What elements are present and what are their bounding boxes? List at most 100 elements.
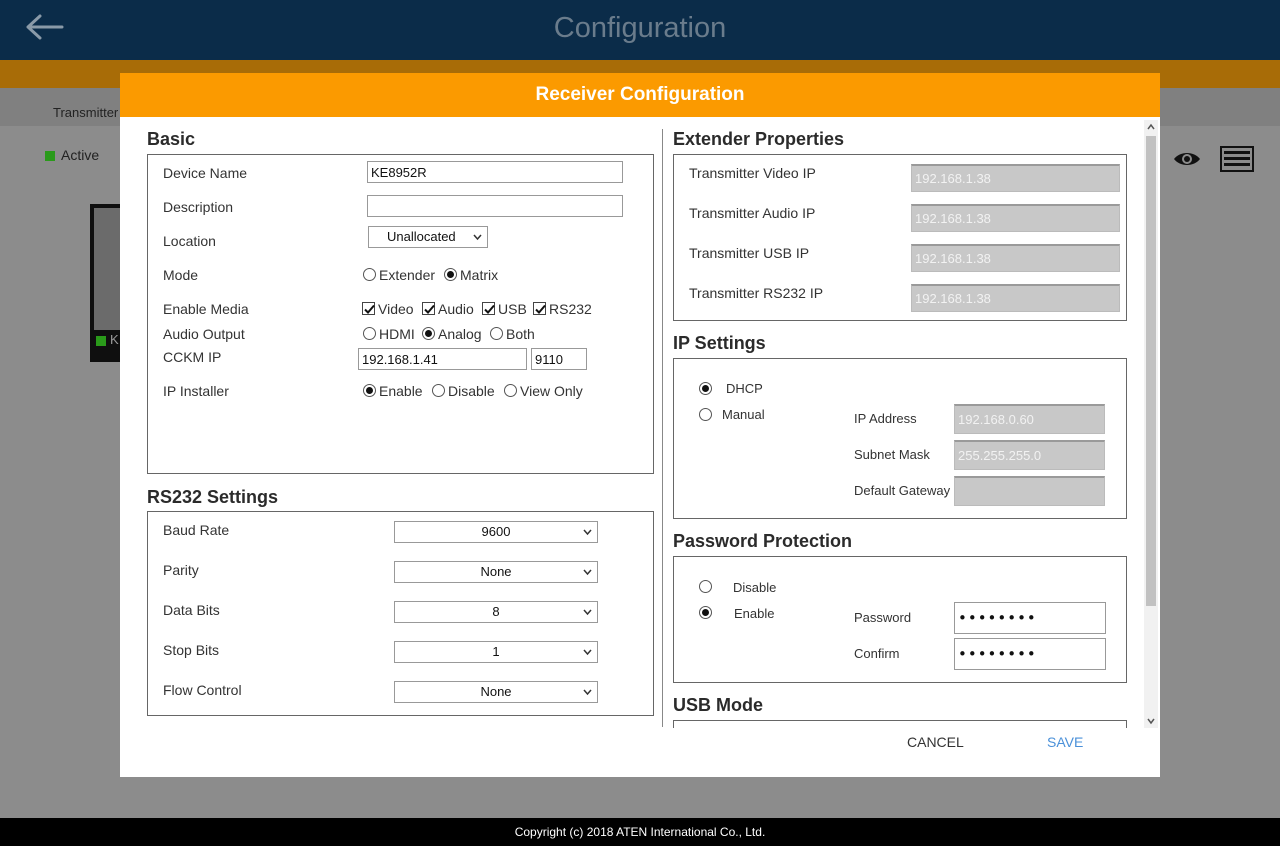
device-name-label: Device Name <box>163 165 248 181</box>
password-disable-radio[interactable] <box>699 580 712 593</box>
password-input[interactable]: •••••••• <box>954 602 1106 634</box>
location-select[interactable]: Unallocated <box>368 226 488 248</box>
chevron-down-icon <box>583 529 592 536</box>
location-value: Unallocated <box>387 229 456 244</box>
list-icon[interactable] <box>1220 146 1254 172</box>
location-label: Location <box>163 233 216 249</box>
subnet-mask-label: Subnet Mask <box>854 447 930 462</box>
baud-rate-value: 9600 <box>481 524 511 539</box>
checkmark-icon <box>364 304 375 314</box>
checkmark-icon <box>535 304 546 314</box>
tx-video-ip-input[interactable] <box>911 164 1120 192</box>
audio-both-radio[interactable] <box>490 327 503 340</box>
tx-video-ip-label: Transmitter Video IP <box>689 165 816 181</box>
scroll-thumb[interactable] <box>1146 136 1156 606</box>
scroll-up-icon[interactable] <box>1147 123 1155 131</box>
confirm-input[interactable]: •••••••• <box>954 638 1106 670</box>
cckm-port-input[interactable] <box>531 348 587 370</box>
ip-address-input[interactable] <box>954 404 1105 434</box>
flow-control-label: Flow Control <box>163 682 242 698</box>
device-status-indicator <box>96 336 106 346</box>
data-bits-label: Data Bits <box>163 602 220 618</box>
ip-installer-disable-label: Disable <box>448 383 495 399</box>
tx-rs232-ip-input[interactable] <box>911 284 1120 312</box>
top-bar: Configuration <box>0 0 1280 60</box>
audio-hdmi-radio[interactable] <box>363 327 376 340</box>
checkmark-icon <box>424 304 435 314</box>
description-label: Description <box>163 199 234 215</box>
ip-installer-view-only-radio[interactable] <box>504 384 517 397</box>
enable-media-label: Enable Media <box>163 301 249 317</box>
cckm-ip-label: CCKM IP <box>163 349 222 365</box>
page-title: Configuration <box>553 12 727 44</box>
mode-extender-label: Extender <box>379 267 436 283</box>
mode-label: Mode <box>163 267 199 283</box>
password-enable-radio[interactable] <box>699 606 712 619</box>
scroll-down-icon[interactable] <box>1147 717 1155 725</box>
tx-usb-ip-input[interactable] <box>911 244 1120 272</box>
mode-matrix-label: Matrix <box>460 267 499 283</box>
dialog-title: Receiver Configuration <box>120 73 1160 117</box>
ip-settings-section-title: IP Settings <box>673 333 766 353</box>
baud-rate-select[interactable]: 9600 <box>394 521 598 543</box>
tx-audio-ip-input[interactable] <box>911 204 1120 232</box>
extender-section-title: Extender Properties <box>673 129 845 149</box>
device-label: K <box>110 332 119 347</box>
ip-installer-enable-label: Enable <box>379 383 423 399</box>
baud-rate-label: Baud Rate <box>163 522 230 538</box>
parity-select[interactable]: None <box>394 561 598 583</box>
subnet-mask-input[interactable] <box>954 440 1105 470</box>
receiver-config-dialog: Receiver Configuration Basic Device Name… <box>120 73 1160 777</box>
media-video-checkbox[interactable] <box>362 302 375 315</box>
audio-output-label: Audio Output <box>163 326 245 342</box>
device-tile[interactable]: K <box>90 204 122 362</box>
stop-bits-select[interactable]: 1 <box>394 641 598 663</box>
mode-matrix-radio[interactable] <box>444 268 457 281</box>
flow-control-select[interactable]: None <box>394 681 598 703</box>
password-enable-label: Enable <box>734 606 775 621</box>
media-usb-label: USB <box>498 301 527 317</box>
description-input[interactable] <box>367 195 623 217</box>
audio-analog-label: Analog <box>438 326 482 342</box>
checkmark-icon <box>484 304 495 314</box>
data-bits-select[interactable]: 8 <box>394 601 598 623</box>
password-disable-label: Disable <box>733 580 777 595</box>
column-divider <box>662 129 663 727</box>
dhcp-radio[interactable] <box>699 382 712 395</box>
media-rs232-label: RS232 <box>549 301 592 317</box>
save-button[interactable]: SAVE <box>1047 734 1083 750</box>
data-bits-value: 8 <box>492 604 500 619</box>
mode-extender-radio[interactable] <box>363 268 376 281</box>
parity-value: None <box>480 564 512 579</box>
tab-transmitter[interactable]: Transmitter <box>53 105 118 120</box>
dhcp-label: DHCP <box>726 381 763 396</box>
eye-icon[interactable] <box>1172 148 1202 170</box>
audio-analog-radio[interactable] <box>422 327 435 340</box>
active-label: Active <box>61 147 100 163</box>
flow-control-value: None <box>480 684 512 699</box>
cckm-ip-input[interactable] <box>358 348 527 370</box>
usb-mode-section-title: USB Mode <box>673 695 763 715</box>
audio-both-label: Both <box>506 326 535 342</box>
stop-bits-label: Stop Bits <box>163 642 220 658</box>
chevron-down-icon <box>583 649 592 656</box>
manual-radio[interactable] <box>699 408 712 421</box>
cancel-button[interactable]: CANCEL <box>907 734 964 750</box>
media-audio-checkbox[interactable] <box>422 302 435 315</box>
media-usb-checkbox[interactable] <box>482 302 495 315</box>
footer: Copyright (c) 2018 ATEN International Co… <box>0 818 1280 846</box>
ip-installer-disable-radio[interactable] <box>432 384 445 397</box>
dialog-scrollbar[interactable] <box>1144 120 1158 728</box>
tx-usb-ip-label: Transmitter USB IP <box>689 245 810 261</box>
chevron-down-icon <box>473 234 482 241</box>
ip-installer-view-only-label: View Only <box>520 383 583 399</box>
basic-section-title: Basic <box>147 129 196 149</box>
ip-installer-enable-radio[interactable] <box>363 384 376 397</box>
stop-bits-value: 1 <box>492 644 500 659</box>
media-video-label: Video <box>378 301 414 317</box>
media-rs232-checkbox[interactable] <box>533 302 546 315</box>
device-name-input[interactable] <box>367 161 623 183</box>
gateway-input[interactable] <box>954 476 1105 506</box>
rs232-section-title: RS232 Settings <box>147 487 279 507</box>
ip-address-label: IP Address <box>854 411 917 426</box>
